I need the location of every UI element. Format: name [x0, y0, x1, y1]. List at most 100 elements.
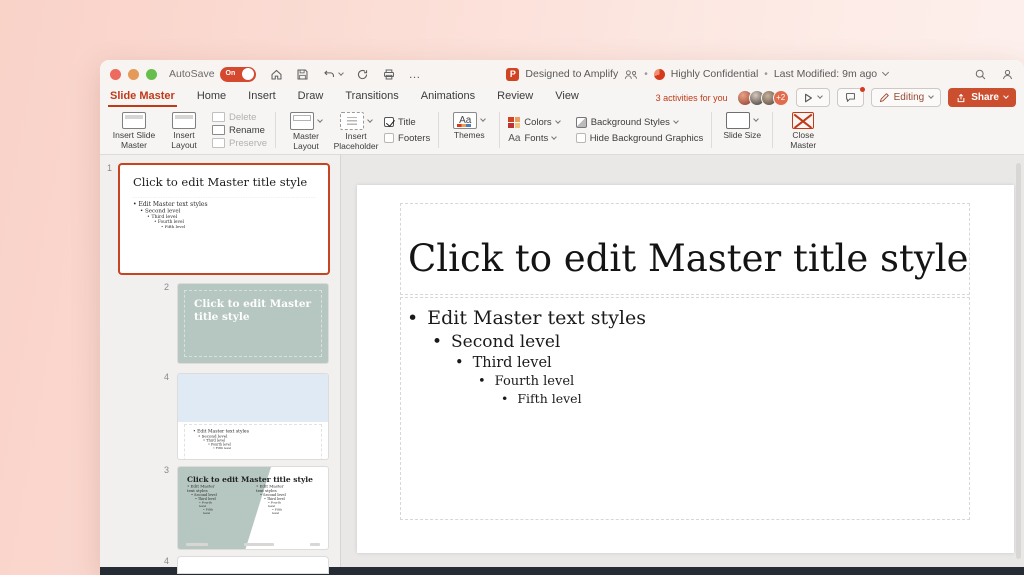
tab-draw[interactable]: Draw — [296, 89, 326, 107]
last-modified-label[interactable]: Last Modified: 9m ago — [774, 68, 877, 80]
powerpoint-window: AutoSave On — [100, 60, 1024, 575]
ribbon-divider — [438, 112, 439, 148]
thumbnail-number: 3 — [164, 465, 169, 475]
avatar-overflow-badge[interactable]: +2 — [773, 90, 789, 106]
rename-button[interactable]: Rename — [212, 125, 267, 136]
checkbox-checked-icon — [384, 117, 394, 127]
themes-button[interactable]: Aa Themes — [447, 109, 491, 151]
rename-icon — [212, 125, 225, 135]
bullet-level-5: Fifth level — [501, 391, 969, 406]
share-icon — [956, 93, 966, 103]
bullet-level-4: Fourth level — [478, 374, 969, 389]
autosave-label: AutoSave — [169, 68, 215, 80]
hide-background-graphics-checkbox[interactable]: Hide Background Graphics — [576, 133, 704, 144]
preserve-icon — [212, 138, 225, 148]
layout-icon — [172, 112, 196, 129]
master-title-text: Click to edit Master title style — [401, 237, 969, 294]
sensitivity-label[interactable]: Highly Confidential — [671, 68, 759, 80]
autosave-toggle[interactable]: On — [220, 67, 256, 82]
powerpoint-app-icon: P — [506, 68, 519, 81]
document-title[interactable]: Designed to Amplify — [525, 68, 618, 80]
insert-layout-button[interactable]: Insert Layout — [162, 109, 206, 151]
colors-button[interactable]: Colors — [508, 117, 559, 128]
titlebar: AutoSave On — [100, 60, 1024, 88]
layout-banner-area — [178, 374, 328, 422]
thumbnail-number: 4 — [164, 372, 169, 382]
comment-icon — [845, 92, 856, 103]
tab-slide-master[interactable]: Slide Master — [108, 89, 177, 107]
close-window-button[interactable] — [110, 69, 121, 80]
bullet-level-3: Third level — [455, 355, 969, 371]
redo-icon[interactable] — [356, 68, 369, 81]
ribbon-divider — [275, 112, 276, 148]
chevron-down-icon[interactable] — [882, 69, 889, 76]
ribbon-divider — [772, 112, 773, 148]
save-icon[interactable] — [296, 68, 309, 81]
activities-link[interactable]: 3 activities for you — [656, 93, 728, 103]
search-icon[interactable] — [974, 68, 987, 81]
tab-animations[interactable]: Animations — [419, 89, 477, 107]
ribbon-divider — [499, 112, 500, 148]
close-master-button[interactable]: Close Master — [781, 109, 825, 151]
themes-icon: Aa — [453, 112, 477, 129]
home-icon[interactable] — [270, 68, 283, 81]
comments-button[interactable] — [837, 88, 864, 107]
ribbon: Insert Slide Master Insert Layout Delete… — [100, 107, 1024, 155]
bullet-level-1: Edit Master text styles — [407, 307, 969, 329]
slide-editing-area: Click to edit Master title style Edit Ma… — [341, 155, 1024, 567]
ribbon-divider — [711, 112, 712, 148]
ribbon-tab-row: Slide Master Home Insert Draw Transition… — [100, 88, 1024, 107]
present-button[interactable] — [796, 88, 830, 107]
title-checkbox[interactable]: Title — [384, 117, 430, 128]
slide-size-icon — [726, 112, 750, 129]
slide-master-icon — [122, 112, 146, 129]
chevron-down-icon — [338, 70, 344, 76]
share-button[interactable]: Share — [948, 88, 1016, 107]
tab-transitions[interactable]: Transitions — [343, 89, 400, 107]
minimize-window-button[interactable] — [128, 69, 139, 80]
insert-placeholder-button[interactable]: Insert Placeholder — [334, 109, 378, 151]
collaborator-avatars[interactable]: +2 — [737, 90, 789, 106]
sensitivity-logo-icon — [654, 69, 665, 80]
slide-thumbnail-panel: 1 Click to edit Master title style • Edi… — [100, 155, 341, 567]
checkbox-icon — [576, 133, 586, 143]
zoom-window-button[interactable] — [146, 69, 157, 80]
desktop-background: AutoSave On — [0, 0, 1024, 575]
tab-view[interactable]: View — [553, 89, 581, 107]
background-styles-button[interactable]: Background Styles — [576, 117, 704, 128]
more-icon[interactable]: … — [409, 71, 421, 77]
thumbnail-partial-layout[interactable] — [178, 557, 328, 573]
placeholder-icon — [340, 112, 364, 130]
thumbnail-number: 4 — [164, 556, 169, 566]
insert-slide-master-button[interactable]: Insert Slide Master — [112, 109, 156, 151]
shared-people-icon[interactable] — [624, 69, 638, 80]
thumbnail-content-layout[interactable]: • Edit Master text styles • Second level… — [178, 374, 328, 459]
slide-size-button[interactable]: Slide Size — [720, 109, 764, 151]
undo-icon[interactable] — [322, 68, 343, 81]
pencil-icon — [879, 93, 889, 103]
vertical-scrollbar[interactable] — [1016, 163, 1021, 559]
preserve-button: Preserve — [212, 138, 267, 149]
delete-icon — [212, 112, 225, 122]
background-styles-icon — [576, 117, 587, 128]
tab-insert[interactable]: Insert — [246, 89, 278, 107]
fonts-button[interactable]: Aa Fonts — [508, 133, 559, 144]
thumbnail-master-slide[interactable]: Click to edit Master title style • Edit … — [120, 165, 328, 273]
title-placeholder[interactable]: Click to edit Master title style — [400, 203, 970, 295]
master-layout-button[interactable]: Master Layout — [284, 109, 328, 151]
delete-button: Delete — [212, 112, 267, 123]
slide-canvas[interactable]: Click to edit Master title style Edit Ma… — [357, 185, 1014, 553]
print-icon[interactable] — [382, 68, 396, 81]
tab-review[interactable]: Review — [495, 89, 535, 107]
thumbnail-title-layout[interactable]: Click to edit Master title style — [178, 284, 328, 363]
play-icon — [804, 93, 813, 103]
profile-icon[interactable] — [1001, 68, 1014, 81]
thumbnail-two-content-layout[interactable]: Click to edit Master title style • Edit … — [178, 467, 328, 549]
close-master-icon — [792, 112, 814, 129]
footers-checkbox[interactable]: Footers — [384, 133, 430, 144]
thumbnail-number: 1 — [107, 163, 112, 173]
editing-mode-button[interactable]: Editing — [871, 88, 942, 107]
tab-home[interactable]: Home — [195, 89, 228, 107]
body-placeholder[interactable]: Edit Master text styles Second level Thi… — [400, 297, 970, 520]
thumbnail-number: 2 — [164, 282, 169, 292]
